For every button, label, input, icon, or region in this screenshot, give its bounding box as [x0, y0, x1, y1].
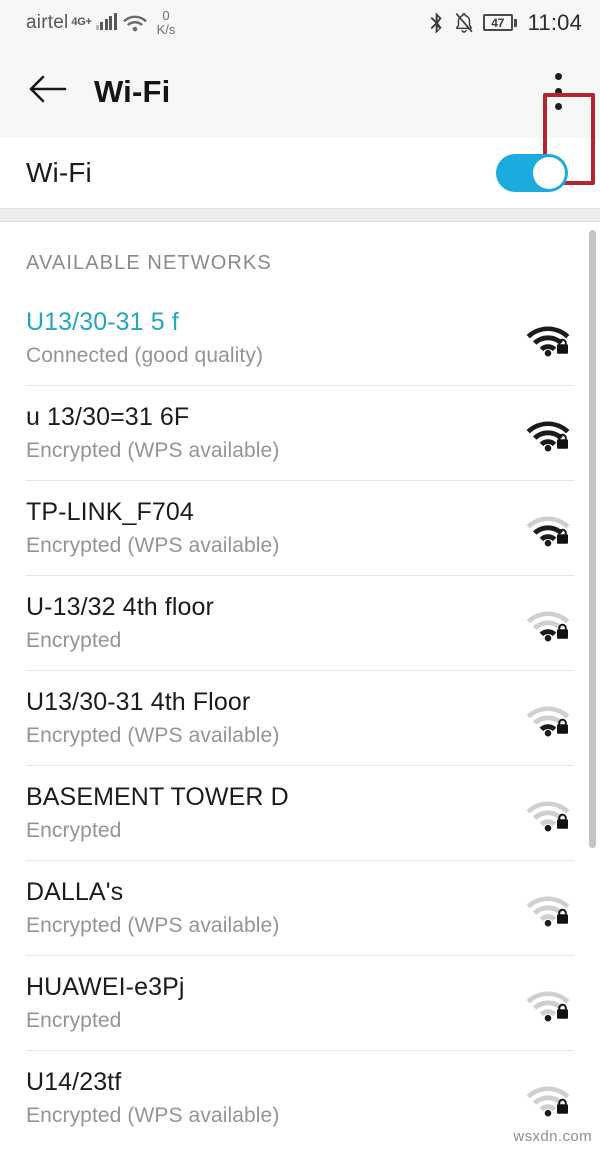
network-rows: U13/30-31 5 f Connected (good quality) u 1… [0, 290, 600, 1145]
network-ssid: HUAWEI-e3Pj [26, 972, 185, 1001]
data-rate-value: 0 [162, 8, 170, 24]
wifi-toggle-switch[interactable] [496, 154, 568, 192]
data-rate-indicator: 0 K/s [157, 9, 176, 36]
overflow-menu-icon[interactable] [540, 65, 576, 119]
overflow-dot [554, 73, 562, 80]
network-status: Encrypted (WPS available) [26, 913, 280, 937]
network-text: U-13/32 4th floor Encrypted [26, 593, 214, 653]
carrier-label: airtel [26, 11, 69, 33]
network-text: TP-LINK_F704 Encrypted (WPS available) [26, 498, 279, 558]
network-item[interactable]: HUAWEI-e3Pj Encrypted [0, 955, 600, 1050]
wifi-lock-icon [522, 507, 574, 549]
network-ssid: U14/23tf [26, 1067, 122, 1096]
wifi-toggle-row[interactable]: Wi-Fi [0, 138, 600, 208]
network-item[interactable]: U13/30-31 4th Floor Encrypted (WPS availa… [0, 670, 600, 765]
signal-bars-icon [95, 13, 117, 30]
watermark-label: wsxdn.com [513, 1128, 592, 1145]
network-ssid: DALLA's [26, 877, 124, 906]
status-bar-right: 47 11:04 [429, 10, 582, 36]
page-title: Wi-Fi [94, 73, 171, 109]
network-text: HUAWEI-e3Pj Encrypted [26, 973, 185, 1033]
network-ssid: BASEMENT TOWER D [26, 782, 289, 811]
section-divider [0, 208, 600, 222]
list-scrollbar-thumb[interactable] [589, 230, 596, 848]
wifi-lock-icon [522, 982, 574, 1024]
battery-nub [513, 18, 517, 27]
data-rate-unit: K/s [156, 21, 176, 37]
overflow-dot [554, 103, 562, 110]
network-item[interactable]: TP-LINK_F704 Encrypted (WPS available) [0, 480, 600, 575]
network-text: U13/30-31 5 f Connected (good quality) [26, 308, 263, 368]
wifi-lock-icon [522, 317, 574, 359]
network-status: Encrypted [26, 818, 122, 842]
wifi-icon [122, 13, 148, 33]
wifi-toggle-knob [533, 157, 565, 189]
wifi-lock-icon [522, 697, 574, 739]
network-status: Connected (good quality) [26, 343, 264, 367]
network-status: Encrypted (WPS available) [26, 1103, 280, 1127]
network-item[interactable]: U14/23tf Encrypted (WPS available) [0, 1050, 600, 1145]
network-item[interactable]: DALLA's Encrypted (WPS available) [0, 860, 600, 955]
list-scrollbar[interactable] [589, 222, 596, 1149]
network-ssid: TP-LINK_F704 [26, 497, 194, 526]
network-ssid: u 13/30=31 6F [26, 402, 190, 431]
network-item[interactable]: U-13/32 4th floor Encrypted [0, 575, 600, 670]
back-button[interactable] [26, 70, 70, 114]
overflow-dot [554, 88, 562, 95]
network-ssid: U13/30-31 5 f [26, 307, 179, 336]
network-text: BASEMENT TOWER D Encrypted [26, 783, 289, 843]
network-type-label: 4G+ [71, 16, 92, 29]
section-header-available-networks: AVAILABLE NETWORKS [26, 252, 272, 274]
wifi-lock-icon [522, 887, 574, 929]
network-status: Encrypted [26, 628, 122, 652]
network-ssid: U13/30-31 4th Floor [26, 687, 251, 716]
wifi-toggle-label: Wi-Fi [26, 157, 92, 188]
wifi-lock-icon [522, 412, 574, 454]
network-item[interactable]: BASEMENT TOWER D Encrypted [0, 765, 600, 860]
back-arrow-icon [27, 74, 69, 109]
app-bar: Wi-Fi [0, 45, 600, 185]
network-text: u 13/30=31 6F Encrypted (WPS available) [26, 403, 279, 463]
battery-indicator: 47 [482, 14, 517, 31]
network-text: DALLA's Encrypted (WPS available) [26, 878, 279, 938]
network-status: Encrypted (WPS available) [26, 533, 280, 557]
network-item[interactable]: u 13/30=31 6F Encrypted (WPS available) [0, 385, 600, 480]
network-status: Encrypted (WPS available) [26, 438, 280, 462]
available-networks-list: AVAILABLE NETWORKS U13/30-31 5 f Connecte… [0, 222, 600, 1149]
network-status: Encrypted (WPS available) [26, 723, 280, 747]
wifi-lock-icon [522, 602, 574, 644]
network-ssid: U-13/32 4th floor [26, 592, 214, 621]
wifi-lock-icon [522, 792, 574, 834]
network-status: Encrypted [26, 1008, 122, 1032]
network-item[interactable]: U13/30-31 5 f Connected (good quality) [0, 290, 600, 385]
network-text: U13/30-31 4th Floor Encrypted (WPS availa… [26, 688, 279, 748]
bluetooth-icon [429, 11, 445, 35]
status-bar: airtel 4G+ 0 K/s 47 11:04 [0, 0, 600, 45]
clock-label: 11:04 [527, 9, 582, 35]
network-text: U14/23tf Encrypted (WPS available) [26, 1068, 279, 1128]
bell-muted-icon [454, 12, 474, 34]
battery-level-label: 47 [482, 14, 513, 31]
wifi-settings-screen: airtel 4G+ 0 K/s 47 11:04 Wi-Fi Wi-Fi AV… [0, 0, 600, 1150]
wifi-lock-icon [522, 1077, 574, 1119]
status-bar-left: airtel 4G+ 0 K/s [26, 9, 175, 36]
